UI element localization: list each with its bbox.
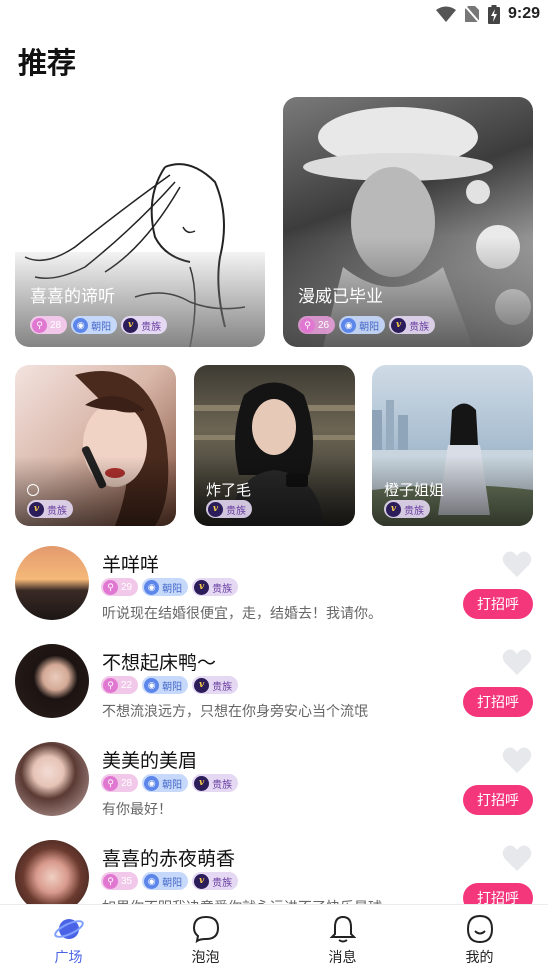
featured-tags: ⚲ 26 ◉ 朝阳 v 贵族 xyxy=(298,316,436,334)
battery-icon xyxy=(487,4,500,24)
search-icon: ⚲ xyxy=(103,873,118,889)
spotlight-tags: v 贵族 xyxy=(27,500,73,518)
location-pin-icon: ◉ xyxy=(144,579,160,595)
vip-tag: v 贵族 xyxy=(389,316,436,334)
vip-tag: v 贵族 xyxy=(206,500,252,518)
tab-square[interactable]: 广场 xyxy=(0,905,137,976)
location-tag: ◉ 朝阳 xyxy=(142,774,189,792)
user-bio: 听说现在结婚很便宜，走，结婚去！我请你。 xyxy=(102,605,382,621)
search-icon: ⚲ xyxy=(103,677,118,693)
greet-button[interactable]: 打招呼 xyxy=(463,687,533,717)
clock: 9:29 xyxy=(507,5,540,22)
featured-tags: ⚲ 28 ◉ 朝阳 v 贵族 xyxy=(30,316,168,334)
user-name: 羊咩咩 xyxy=(102,555,160,576)
avatar[interactable] xyxy=(15,840,89,914)
vip-icon: v xyxy=(194,873,210,889)
vip-tag: v 贵族 xyxy=(192,676,239,694)
featured-name: 喜喜的谛听 xyxy=(30,287,115,306)
heart-icon[interactable] xyxy=(502,648,532,676)
tab-messages[interactable]: 消息 xyxy=(274,905,411,976)
search-icon: ⚲ xyxy=(103,775,118,791)
heart-icon[interactable] xyxy=(502,746,532,774)
wifi-icon xyxy=(435,6,456,22)
age-tag: ⚲ 28 xyxy=(101,774,139,792)
planet-icon xyxy=(53,914,84,944)
user-tags: ⚲ 35 ◉ 朝阳 v 贵族 xyxy=(101,872,239,890)
vip-icon: v xyxy=(123,317,139,333)
age-tag: ⚲ 29 xyxy=(101,578,139,596)
location-pin-icon: ◉ xyxy=(73,317,89,333)
avatar[interactable] xyxy=(15,546,89,620)
avatar[interactable] xyxy=(15,742,89,816)
vip-icon: v xyxy=(386,501,401,517)
user-name: 不想起床鸭～ xyxy=(102,653,217,674)
user-tags: ⚲ 22 ◉ 朝阳 v 贵族 xyxy=(101,676,239,694)
spotlight-tags: v 贵族 xyxy=(206,500,252,518)
location-pin-icon: ◉ xyxy=(144,677,160,693)
greet-button[interactable]: 打招呼 xyxy=(463,785,533,815)
online-status-icon xyxy=(27,484,39,496)
search-icon: ⚲ xyxy=(103,579,118,595)
heart-icon[interactable] xyxy=(502,844,532,872)
user-bio: 不想流浪远方，只想在你身旁安心当个流氓 xyxy=(102,703,368,719)
location-tag: ◉ 朝阳 xyxy=(71,316,118,334)
vip-icon: v xyxy=(194,579,210,595)
age-tag: ⚲ 28 xyxy=(30,316,68,334)
vip-tag: v 贵族 xyxy=(192,774,239,792)
no-sim-icon xyxy=(464,5,480,23)
spotlight-card[interactable]: 炸了毛 v 贵族 xyxy=(194,365,355,526)
page-title: 推荐 xyxy=(18,48,77,80)
search-icon: ⚲ xyxy=(300,317,315,333)
list-item[interactable]: 美美的美眉 ⚲ 28 ◉ 朝阳 v 贵族 有你最好！ 打招呼 xyxy=(0,742,548,840)
user-bio: 有你最好！ xyxy=(102,801,172,817)
location-tag: ◉ 朝阳 xyxy=(339,316,386,334)
featured-name: 漫威已毕业 xyxy=(298,287,383,306)
vip-icon: v xyxy=(391,317,407,333)
location-pin-icon: ◉ xyxy=(144,873,160,889)
smile-icon xyxy=(465,914,495,944)
spotlight-name: 橙子姐姐 xyxy=(384,482,445,499)
spotlight-tags: v 贵族 xyxy=(384,500,430,518)
vip-tag: v 贵族 xyxy=(192,578,239,596)
spotlight-card[interactable]: v 贵族 xyxy=(15,365,176,526)
location-tag: ◉ 朝阳 xyxy=(142,578,189,596)
spotlight-name: 炸了毛 xyxy=(206,482,252,499)
location-tag: ◉ 朝阳 xyxy=(142,676,189,694)
tab-mine[interactable]: 我的 xyxy=(411,905,548,976)
heart-icon[interactable] xyxy=(502,550,532,578)
vip-icon: v xyxy=(29,501,44,517)
user-name: 喜喜的赤夜萌香 xyxy=(102,849,236,870)
vip-tag: v 贵族 xyxy=(384,500,430,518)
vip-tag: v 贵族 xyxy=(27,500,73,518)
status-bar: 9:29 xyxy=(0,0,548,28)
list-item[interactable]: 羊咩咩 ⚲ 29 ◉ 朝阳 v 贵族 听说现在结婚很便宜，走，结婚去！我请你。 打招呼 xyxy=(0,546,548,644)
user-name: 美美的美眉 xyxy=(102,751,198,772)
bottom-tab-bar: 广场 泡泡 消息 我的 xyxy=(0,904,548,976)
age-tag: ⚲ 26 xyxy=(298,316,336,334)
avatar[interactable] xyxy=(15,644,89,718)
spotlight-card[interactable]: 橙子姐姐 v 贵族 xyxy=(372,365,533,526)
search-icon: ⚲ xyxy=(32,317,47,333)
vip-tag: v 贵族 xyxy=(121,316,168,334)
featured-card[interactable]: 漫威已毕业 ⚲ 26 ◉ 朝阳 v 贵族 xyxy=(283,97,533,347)
vip-icon: v xyxy=(194,677,210,693)
tab-bubble[interactable]: 泡泡 xyxy=(137,905,274,976)
location-pin-icon: ◉ xyxy=(341,317,357,333)
user-tags: ⚲ 28 ◉ 朝阳 v 贵族 xyxy=(101,774,239,792)
user-tags: ⚲ 29 ◉ 朝阳 v 贵族 xyxy=(101,578,239,596)
age-tag: ⚲ 22 xyxy=(101,676,139,694)
featured-card[interactable]: 喜喜的谛听 ⚲ 28 ◉ 朝阳 v 贵族 xyxy=(15,97,265,347)
age-tag: ⚲ 35 xyxy=(101,872,139,890)
greet-button[interactable]: 打招呼 xyxy=(463,589,533,619)
location-pin-icon: ◉ xyxy=(144,775,160,791)
vip-icon: v xyxy=(208,501,223,517)
location-tag: ◉ 朝阳 xyxy=(142,872,189,890)
list-item[interactable]: 不想起床鸭～ ⚲ 22 ◉ 朝阳 v 贵族 不想流浪远方，只想在你身旁安心当个流氓 打… xyxy=(0,644,548,742)
bubble-icon xyxy=(191,914,221,944)
vip-tag: v 贵族 xyxy=(192,872,239,890)
vip-icon: v xyxy=(194,775,210,791)
bell-icon xyxy=(328,914,358,944)
